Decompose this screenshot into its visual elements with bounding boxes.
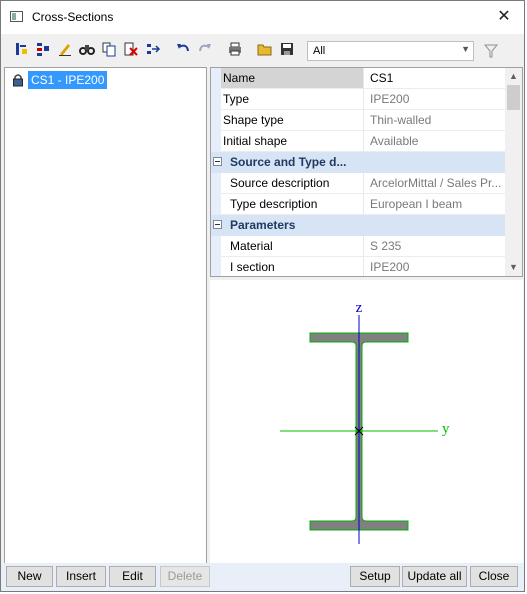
category-label: Source and Type d...	[230, 155, 347, 169]
property-value: S 235	[363, 236, 505, 256]
property-value: Thin-walled	[363, 110, 505, 130]
button-bar: New Insert Edit Delete Setup Update all …	[1, 563, 524, 591]
filter-dropdown[interactable]: All ▼	[307, 41, 474, 61]
setup-button[interactable]: Setup	[350, 566, 400, 587]
title-bar: Cross-Sections ✕	[1, 1, 524, 34]
window-title: Cross-Sections	[32, 10, 114, 24]
properties-icon[interactable]	[144, 39, 162, 59]
property-row-shape-type[interactable]: Shape type Thin-walled	[211, 110, 505, 131]
delete-button: Delete	[160, 566, 210, 587]
insert-button[interactable]: Insert	[56, 566, 106, 587]
property-value: IPE200	[363, 89, 505, 109]
edit-icon[interactable]	[56, 39, 74, 59]
print-icon[interactable]	[226, 39, 244, 59]
property-label: Type	[223, 92, 250, 106]
window-icon	[10, 11, 23, 22]
close-icon[interactable]: ✕	[494, 6, 514, 28]
scroll-up-icon[interactable]: ▲	[505, 68, 522, 85]
filter-value: All	[313, 45, 326, 57]
delete-icon[interactable]	[122, 39, 140, 59]
property-row-source-description[interactable]: Source description ArcelorMittal / Sales…	[211, 173, 505, 194]
property-label: I section	[230, 260, 275, 274]
chevron-down-icon: ▼	[461, 44, 470, 54]
property-row-material[interactable]: Material S 235	[211, 236, 505, 257]
lock-icon	[13, 74, 23, 87]
open-icon[interactable]	[256, 39, 274, 59]
property-row-type[interactable]: Type IPE200	[211, 89, 505, 110]
property-value: European I beam	[363, 194, 505, 214]
property-label: Material	[230, 239, 273, 253]
category-parameters[interactable]: Parameters	[211, 215, 505, 236]
property-label: Shape type	[223, 113, 284, 127]
property-row-name[interactable]: Name CS1	[211, 68, 505, 89]
close-button[interactable]: Close	[470, 566, 518, 587]
cross-sections-window: Cross-Sections ✕ All ▼ CS1 - IPE200 Name…	[0, 0, 525, 592]
property-value[interactable]: CS1	[363, 68, 505, 88]
collapse-icon[interactable]	[213, 220, 222, 229]
y-axis-label: y	[442, 421, 450, 437]
property-label: Type description	[230, 197, 318, 211]
section-preview: z y	[210, 280, 523, 564]
property-row-initial-shape[interactable]: Initial shape Available	[211, 131, 505, 152]
save-icon[interactable]	[278, 39, 296, 59]
tree-item[interactable]: CS1 - IPE200	[9, 71, 205, 89]
property-label: Source description	[230, 176, 330, 190]
collapse-icon[interactable]	[213, 157, 222, 166]
copy-icon[interactable]	[100, 39, 118, 59]
property-row-i-section[interactable]: I section IPE200	[211, 257, 505, 276]
update-all-button[interactable]: Update all	[402, 566, 467, 587]
section-drawing: z y	[280, 300, 450, 544]
find-icon[interactable]	[78, 39, 96, 59]
filter-icon[interactable]	[482, 41, 500, 61]
redo-icon[interactable]	[196, 39, 214, 59]
cross-section-tree: CS1 - IPE200	[4, 67, 207, 564]
edit-button[interactable]: Edit	[109, 566, 156, 587]
property-label: Initial shape	[223, 134, 288, 148]
property-value: ArcelorMittal / Sales Pr...	[363, 173, 505, 193]
scroll-down-icon[interactable]: ▼	[505, 259, 522, 276]
property-row-type-description[interactable]: Type description European I beam	[211, 194, 505, 215]
property-value: IPE200	[363, 257, 505, 276]
properties-scrollbar[interactable]: ▲ ▼	[505, 68, 522, 276]
property-value: Available	[363, 131, 505, 151]
tree-item-label: CS1 - IPE200	[28, 71, 108, 89]
insert-icon[interactable]	[34, 39, 52, 59]
property-label: Name	[221, 68, 363, 88]
new-icon[interactable]	[12, 39, 30, 59]
new-button[interactable]: New	[6, 566, 53, 587]
z-axis-label: z	[356, 300, 363, 316]
undo-icon[interactable]	[174, 39, 192, 59]
category-label: Parameters	[230, 218, 296, 232]
scroll-thumb[interactable]	[507, 85, 520, 110]
properties-grid: Name CS1 Type IPE200 Shape type Thin-wal…	[210, 67, 523, 277]
category-source-and-type[interactable]: Source and Type d...	[211, 152, 505, 173]
